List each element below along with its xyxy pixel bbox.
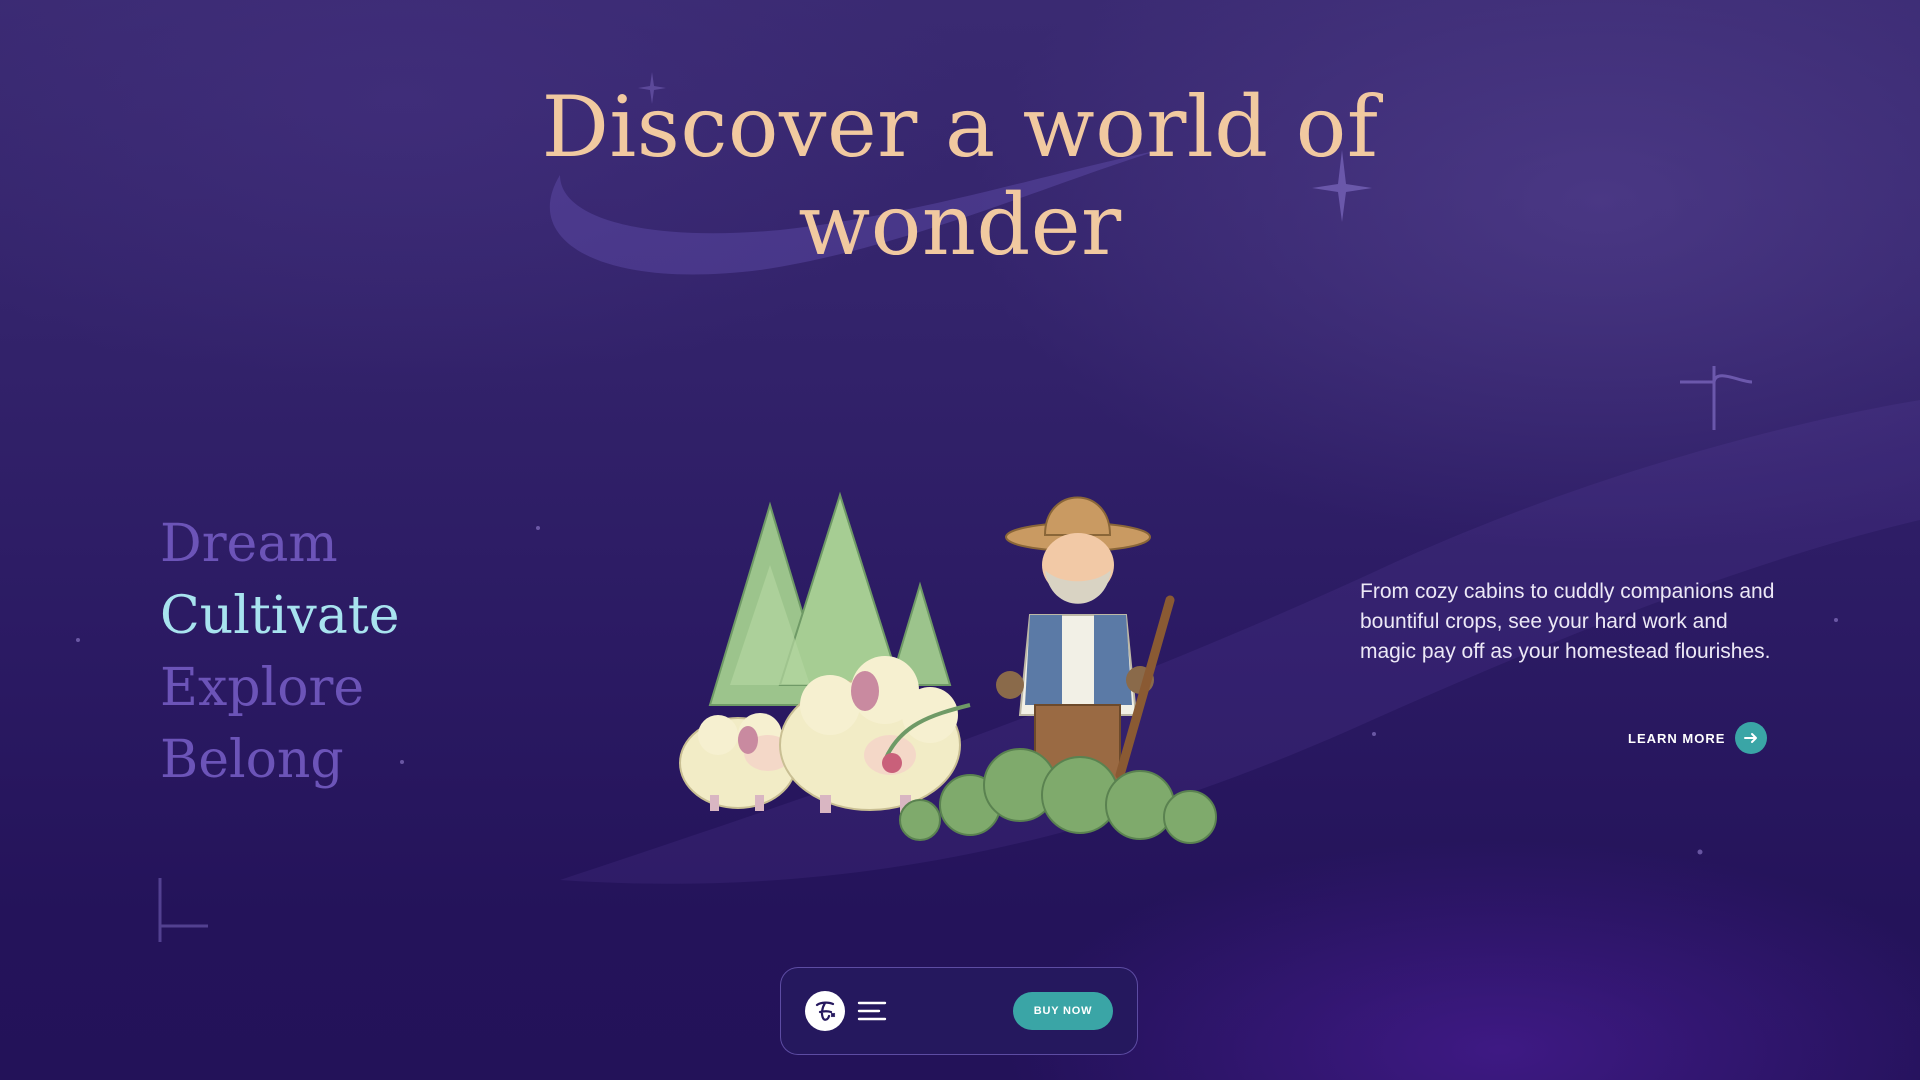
sparkle-icon: [1680, 366, 1753, 430]
game-logo-icon[interactable]: [805, 991, 845, 1031]
nav-word-belong[interactable]: Belong: [160, 724, 399, 796]
learn-more-link[interactable]: LEARN MORE: [1628, 722, 1768, 754]
small-sheep: [679, 713, 797, 811]
feature-word-nav: Dream Cultivate Explore Belong: [160, 508, 399, 796]
farmer-and-sheep-illustration: [679, 491, 1217, 844]
feature-description: From cozy cabins to cuddly companions an…: [1360, 580, 1775, 663]
nav-word-cultivate[interactable]: Cultivate: [160, 580, 399, 652]
page-title: Discover a world of wonder: [541, 78, 1379, 274]
buy-now-button[interactable]: BUY NOW: [1013, 992, 1113, 1030]
nav-word-dream[interactable]: Dream: [160, 508, 399, 580]
hamburger-menu-icon[interactable]: [855, 996, 889, 1026]
nav-word-explore[interactable]: Explore: [160, 652, 399, 724]
farmer-character: [996, 496, 1175, 786]
sparkle-icon: [158, 878, 208, 942]
bottom-nav-bar: BUY NOW: [780, 967, 1138, 1055]
arrow-right-icon[interactable]: [1735, 722, 1768, 754]
learn-more-label: LEARN MORE: [1628, 730, 1726, 746]
